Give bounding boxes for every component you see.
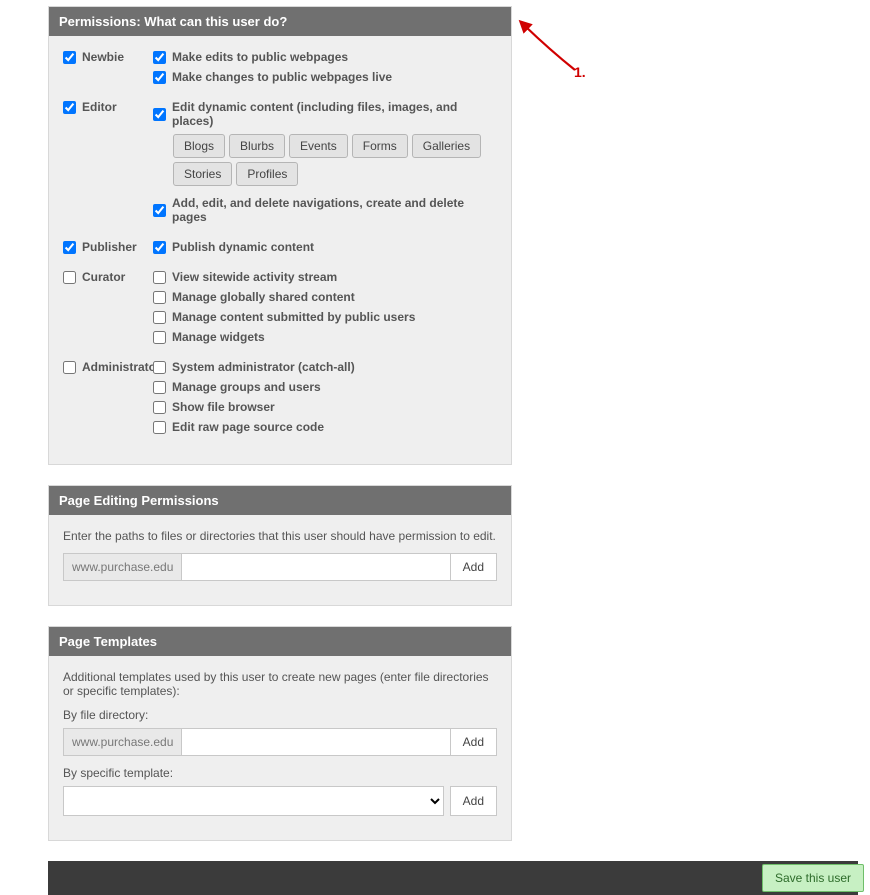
perm-item-checkbox[interactable] xyxy=(153,271,166,284)
perm-item-checkbox[interactable] xyxy=(153,108,166,121)
perm-item-label: Show file browser xyxy=(172,400,275,414)
perm-items-curator: View sitewide activity stream Manage glob… xyxy=(153,270,497,350)
role-label-newbie: Newbie xyxy=(82,50,124,64)
role-label-publisher: Publisher xyxy=(82,240,137,254)
role-checkbox-publisher[interactable] xyxy=(63,241,76,254)
content-type-tags: BlogsBlurbsEventsFormsGalleries StoriesPr… xyxy=(173,134,497,186)
perm-item: View sitewide activity stream xyxy=(153,270,497,284)
page-templates-desc: Additional templates used by this user t… xyxy=(63,670,497,698)
perm-row-curator: Curator View sitewide activity stream Mana… xyxy=(63,270,497,350)
perm-row-administrator: AdministratorSystem administrator (catch… xyxy=(63,360,497,440)
page-templates-domain: www.purchase.edu xyxy=(63,728,182,756)
role-newbie: Newbie xyxy=(63,50,153,64)
page-editing-panel: Page Editing Permissions Enter the paths… xyxy=(48,485,512,606)
perm-item-checkbox[interactable] xyxy=(153,291,166,304)
permissions-panel-title: Permissions: What can this user do? xyxy=(49,7,511,36)
perm-row-publisher: Publisher Publish dynamic content xyxy=(63,240,497,260)
page-templates-dir-input[interactable] xyxy=(182,728,450,756)
by-file-directory-label: By file directory: xyxy=(63,708,497,722)
tag-button-blurbs[interactable]: Blurbs xyxy=(229,134,285,158)
perm-items-newbie: Make edits to public webpages Make change… xyxy=(153,50,497,90)
perm-item-checkbox[interactable] xyxy=(153,311,166,324)
perm-item: Edit raw page source code xyxy=(153,420,497,434)
perm-item-label: System administrator (catch-all) xyxy=(172,360,355,374)
perm-item-label: Make edits to public webpages xyxy=(172,50,348,64)
page-templates-title: Page Templates xyxy=(49,627,511,656)
page-editing-path-input[interactable] xyxy=(182,553,450,581)
perm-row-newbie: NewbieMake edits to public webpagesMake … xyxy=(63,50,497,90)
perm-item-label: Publish dynamic content xyxy=(172,240,314,254)
perm-item-label: Make changes to public webpages live xyxy=(172,70,392,84)
page-editing-desc: Enter the paths to files or directories … xyxy=(63,529,497,543)
page-editing-domain: www.purchase.edu xyxy=(63,553,182,581)
perm-item: System administrator (catch-all) xyxy=(153,360,497,374)
perm-item: Show file browser xyxy=(153,400,497,414)
annotation-label: 1. xyxy=(574,64,586,80)
permissions-panel: Permissions: What can this user do? Newb… xyxy=(48,6,512,465)
role-checkbox-editor[interactable] xyxy=(63,101,76,114)
perm-item-checkbox[interactable] xyxy=(153,241,166,254)
page-templates-dir-add-button[interactable]: Add xyxy=(451,728,497,756)
role-checkbox-administrator[interactable] xyxy=(63,361,76,374)
role-editor: Editor xyxy=(63,100,153,114)
page-editing-add-button[interactable]: Add xyxy=(451,553,497,581)
tag-button-forms[interactable]: Forms xyxy=(352,134,408,158)
tag-button-events[interactable]: Events xyxy=(289,134,348,158)
tag-button-profiles[interactable]: Profiles xyxy=(236,162,298,186)
perm-item-label: Edit raw page source code xyxy=(172,420,324,434)
perm-item-checkbox[interactable] xyxy=(153,204,166,217)
role-label-editor: Editor xyxy=(82,100,117,114)
role-checkbox-newbie[interactable] xyxy=(63,51,76,64)
perm-item-label: Manage widgets xyxy=(172,330,265,344)
perm-items-editor: Edit dynamic content (including files, i… xyxy=(153,100,497,230)
footer-bar: Save this user xyxy=(48,861,858,895)
perm-items-administrator: System administrator (catch-all) Manage g… xyxy=(153,360,497,440)
role-curator: Curator xyxy=(63,270,153,284)
perm-item-label: Manage groups and users xyxy=(172,380,321,394)
role-checkbox-curator[interactable] xyxy=(63,271,76,284)
perm-item-label: Manage content submitted by public users xyxy=(172,310,415,324)
perm-item: Make edits to public webpages xyxy=(153,50,497,64)
perm-items-publisher: Publish dynamic content xyxy=(153,240,497,260)
tag-button-galleries[interactable]: Galleries xyxy=(412,134,481,158)
perm-item: Manage widgets xyxy=(153,330,497,344)
perm-item: Make changes to public webpages live xyxy=(153,70,497,84)
role-label-curator: Curator xyxy=(82,270,125,284)
perm-item: Publish dynamic content xyxy=(153,240,497,254)
page-templates-panel: Page Templates Additional templates used… xyxy=(48,626,512,841)
perm-item-checkbox[interactable] xyxy=(153,361,166,374)
save-user-button[interactable]: Save this user xyxy=(762,864,864,892)
page-editing-title: Page Editing Permissions xyxy=(49,486,511,515)
tag-button-blogs[interactable]: Blogs xyxy=(173,134,225,158)
perm-item: Edit dynamic content (including files, i… xyxy=(153,100,497,128)
perm-item-checkbox[interactable] xyxy=(153,51,166,64)
perm-item-checkbox[interactable] xyxy=(153,331,166,344)
perm-row-editor: Editor Edit dynamic content (including fi… xyxy=(63,100,497,230)
page-templates-select[interactable] xyxy=(63,786,444,816)
perm-item-label: Manage globally shared content xyxy=(172,290,355,304)
tag-button-stories[interactable]: Stories xyxy=(173,162,232,186)
perm-item-checkbox[interactable] xyxy=(153,71,166,84)
perm-item: Manage globally shared content xyxy=(153,290,497,304)
role-administrator: Administrator xyxy=(63,360,153,374)
role-label-administrator: Administrator xyxy=(82,360,161,374)
perm-item-label: Add, edit, and delete navigations, creat… xyxy=(172,196,497,224)
by-specific-template-label: By specific template: xyxy=(63,766,497,780)
perm-item-label: View sitewide activity stream xyxy=(172,270,337,284)
perm-item-checkbox[interactable] xyxy=(153,401,166,414)
perm-item-label: Edit dynamic content (including files, i… xyxy=(172,100,497,128)
role-publisher: Publisher xyxy=(63,240,153,254)
perm-item-checkbox[interactable] xyxy=(153,421,166,434)
perm-item: Manage groups and users xyxy=(153,380,497,394)
page-templates-select-add-button[interactable]: Add xyxy=(450,786,497,816)
perm-item-checkbox[interactable] xyxy=(153,381,166,394)
perm-item: Manage content submitted by public users xyxy=(153,310,497,324)
perm-item: Add, edit, and delete navigations, creat… xyxy=(153,196,497,224)
